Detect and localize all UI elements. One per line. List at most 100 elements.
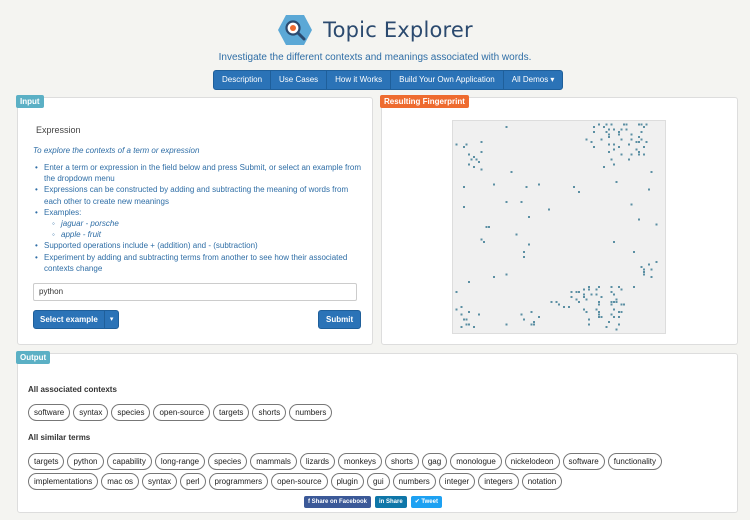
term-pill[interactable]: python (67, 453, 104, 470)
context-pill[interactable]: syntax (73, 404, 109, 421)
fingerprint-dot (473, 326, 475, 328)
submit-button[interactable]: Submit (318, 310, 362, 329)
expression-label: Expression (36, 125, 81, 135)
nav-build-your-own[interactable]: Build Your Own Application (391, 71, 504, 89)
select-example-label[interactable]: Select example (34, 311, 105, 328)
fingerprint-dot (643, 126, 645, 128)
select-example-dropdown[interactable]: Select example ▾ (33, 310, 120, 329)
expression-input[interactable]: python (33, 283, 357, 301)
term-pill[interactable]: species (208, 453, 248, 470)
term-pill[interactable]: notation (521, 473, 563, 490)
fingerprint-dot (623, 123, 625, 126)
term-pill[interactable]: mac os (101, 473, 140, 490)
similar-terms-title: All similar terms (28, 433, 91, 442)
term-pill[interactable]: integers (478, 473, 519, 490)
fingerprint-dot (598, 311, 600, 313)
nav-use-cases[interactable]: Use Cases (271, 71, 328, 89)
fingerprint-dot (493, 183, 495, 186)
context-pill[interactable]: targets (212, 404, 250, 421)
context-pill[interactable]: numbers (289, 404, 333, 421)
term-pill[interactable]: programmers (208, 473, 269, 490)
fingerprint-dot (615, 301, 618, 303)
fingerprint-dot (618, 316, 620, 318)
fingerprint-dot (530, 311, 533, 313)
fingerprint-dot (650, 276, 653, 278)
fingerprint-dot (588, 318, 590, 321)
fingerprint-dot (463, 206, 465, 208)
fingerprint-dot (475, 158, 478, 161)
nav-description[interactable]: Description (214, 71, 272, 89)
term-pill[interactable]: mammals (250, 453, 297, 470)
fingerprint-dot (638, 218, 640, 221)
fingerprint-dot (615, 298, 618, 301)
fingerprint-grid (452, 120, 666, 334)
term-pill[interactable]: gui (366, 473, 390, 490)
fingerprint-dot (615, 181, 618, 183)
fingerprint-dot (570, 296, 573, 298)
fingerprint-dot (620, 153, 623, 156)
context-pill[interactable]: species (111, 404, 151, 421)
term-pill[interactable]: gag (421, 453, 448, 470)
fingerprint-dot (585, 311, 588, 313)
context-pill[interactable]: shorts (252, 404, 287, 421)
term-pill[interactable]: lizards (299, 453, 336, 470)
fingerprint-dot (640, 123, 643, 126)
fingerprint-dot (530, 323, 533, 326)
fingerprint-dot (630, 203, 633, 206)
fingerprint-dot (638, 151, 640, 153)
term-pill[interactable]: monologue (450, 453, 502, 470)
fingerprint-dot (478, 313, 480, 316)
example-item: jaguar - porsche (33, 218, 363, 229)
fingerprint-dot (625, 128, 628, 131)
instruction-item: Enter a term or expression in the field … (33, 162, 363, 184)
nav-all-demos-dropdown[interactable]: All Demos ▾ (504, 71, 563, 89)
term-pill[interactable]: numbers (392, 473, 436, 490)
term-pill[interactable]: implementations (28, 473, 99, 490)
fingerprint-dot (588, 288, 590, 291)
fingerprint-dot (525, 186, 528, 188)
fingerprint-dot (468, 323, 470, 326)
fingerprint-dot (618, 133, 620, 136)
app-header: Topic Explorer (0, 12, 750, 48)
term-pill[interactable]: open-source (271, 473, 328, 490)
term-pill[interactable]: syntax (142, 473, 178, 490)
term-pill[interactable]: long-range (154, 453, 206, 470)
fingerprint-dot (600, 138, 603, 141)
fingerprint-dot (623, 303, 625, 306)
app-subtitle: Investigate the different contexts and m… (218, 52, 532, 63)
term-pill[interactable]: monkeys (338, 453, 383, 470)
nav-how-it-works[interactable]: How it Works (327, 71, 392, 89)
fingerprint-dot (618, 323, 620, 326)
caret-down-icon[interactable]: ▾ (105, 311, 119, 328)
fingerprint-dot (583, 288, 585, 291)
fingerprint-dot (595, 293, 598, 296)
share-linkedin-button[interactable]: in Share (375, 496, 407, 508)
fingerprint-dot (550, 301, 553, 303)
fingerprint-dot (575, 291, 578, 293)
term-pill[interactable]: shorts (385, 453, 419, 470)
fingerprint-dot (640, 138, 643, 141)
fingerprint-dot (488, 226, 490, 228)
context-pill[interactable]: open-source (153, 404, 210, 421)
term-pill[interactable]: nickelodeon (504, 453, 560, 470)
term-pill[interactable]: capability (106, 453, 152, 470)
app-title: Topic Explorer (323, 18, 473, 42)
fingerprint-dot (655, 223, 658, 226)
fingerprint-panel: Resulting Fingerprint (380, 95, 738, 345)
fingerprint-dot (615, 328, 618, 331)
fingerprint-dot (600, 296, 603, 298)
fingerprint-dot (468, 163, 470, 166)
fingerprint-dot (610, 303, 613, 306)
term-pill[interactable]: software (562, 453, 605, 470)
term-pill[interactable]: perl (180, 473, 206, 490)
term-pill[interactable]: integer (438, 473, 476, 490)
fingerprint-dot (633, 251, 635, 253)
term-pill[interactable]: targets (28, 453, 65, 470)
term-pill[interactable]: functionality (607, 453, 662, 470)
instruction-item: Expressions can be constructed by adding… (33, 184, 363, 206)
term-pill[interactable]: plugin (330, 473, 364, 490)
share-facebook-button[interactable]: f Share on Facebook (304, 496, 372, 508)
fingerprint-dot (613, 293, 615, 296)
tweet-button[interactable]: ✔ Tweet (410, 496, 442, 508)
context-pill[interactable]: software (28, 404, 71, 421)
